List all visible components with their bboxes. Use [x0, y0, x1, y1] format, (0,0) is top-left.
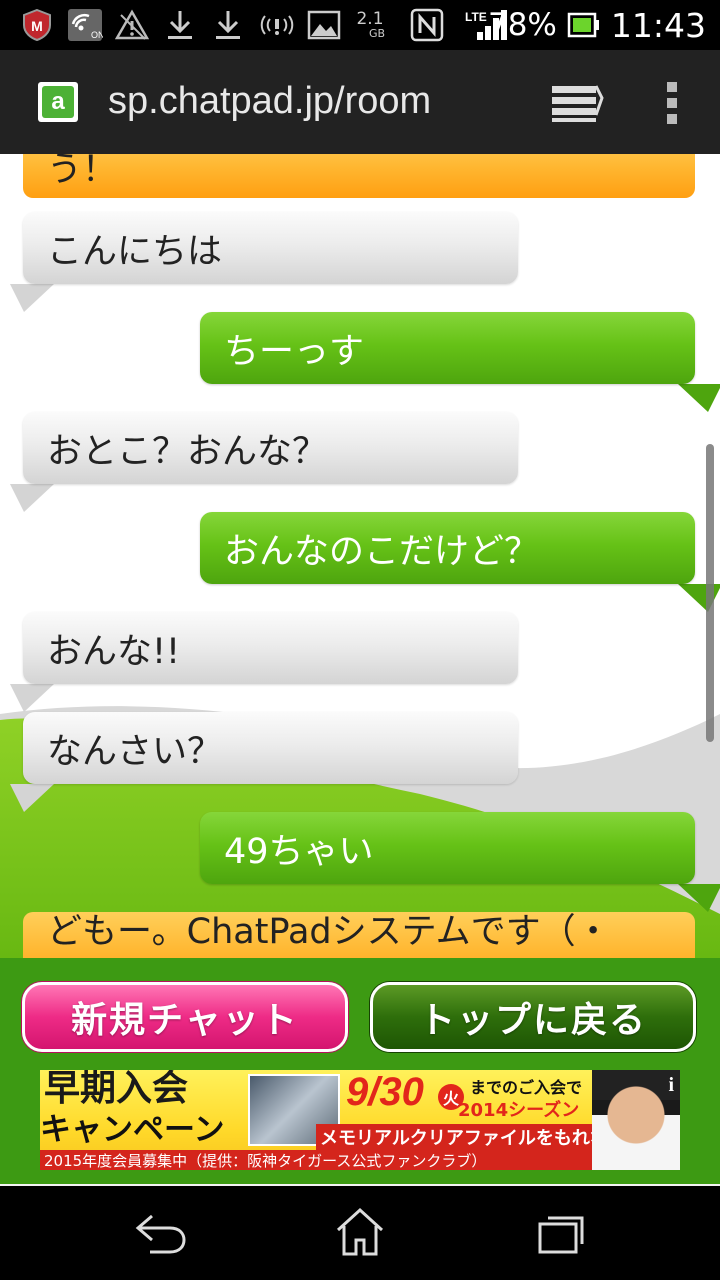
mcafee-icon: M	[20, 8, 54, 42]
svg-text:M: M	[31, 18, 43, 34]
ad-text-line-1: までのご入会で	[470, 1078, 583, 1097]
new-chat-label: 新規チャット	[71, 1000, 299, 1041]
clock: 11:43	[610, 5, 706, 45]
recent-apps-icon[interactable]	[532, 1204, 592, 1260]
message-received: おとこ？おんな？	[23, 412, 518, 484]
download-icon	[212, 8, 244, 42]
message-received: おんな!!	[23, 612, 518, 684]
message-text: おんな!!	[47, 631, 181, 672]
message-text: 49ちゃい	[224, 831, 374, 872]
browser-toolbar: a sp.chatpad.jp/room	[0, 50, 720, 154]
chat-room[interactable]: う！ こんにちは ちーっす おとこ？おんな？ おんなのこだけど？ おんな!! な…	[0, 154, 720, 958]
back-to-top-button[interactable]: トップに戻る	[370, 982, 696, 1052]
overflow-menu-icon[interactable]	[660, 78, 684, 128]
nfc-icon	[408, 8, 446, 42]
ad-headline: 早期入会	[44, 1070, 189, 1109]
battery-percent: 78%	[487, 7, 557, 43]
system-message-text: う！	[47, 154, 118, 190]
storage-unit: GB	[368, 27, 386, 40]
svg-text:ON: ON	[91, 30, 103, 40]
message-text: おとこ？おんな？	[47, 431, 328, 472]
ad-info-icon[interactable]: i	[668, 1074, 674, 1097]
system-message-text: どもー。ChatPadシステムです（・	[47, 912, 611, 952]
bubble-tail	[678, 384, 720, 412]
scrollbar[interactable]	[706, 444, 714, 742]
download-icon	[164, 8, 196, 42]
ad-campaign: キャンペーン	[40, 1112, 225, 1148]
ad-date: 9/30	[346, 1070, 424, 1114]
battery-icon	[567, 11, 601, 39]
back-icon[interactable]	[130, 1204, 190, 1260]
system-message-bubble: どもー。ChatPadシステムです（・	[23, 912, 695, 958]
message-text: こんにちは	[47, 231, 223, 272]
message-received: こんにちは	[23, 212, 518, 284]
storage-indicator: 2.1 GB	[350, 8, 390, 42]
new-chat-button[interactable]: 新規チャット	[22, 982, 348, 1052]
bubble-tail	[10, 684, 54, 712]
bubble-tail	[10, 784, 54, 812]
ad-recruit-text: 2015年度会員募集中（提供：阪神タイガース公式ファンクラブ）	[40, 1150, 592, 1170]
warning-icon	[114, 8, 150, 42]
message-received: なんさい？	[23, 712, 518, 784]
message-sent: 49ちゃい	[200, 812, 695, 884]
ad-banner[interactable]: 早期入会 キャンペーン 2015年度会員募集中（提供：阪神タイガース公式ファンク…	[40, 1070, 680, 1170]
message-text: なんさい？	[47, 731, 223, 772]
ad-player-photo	[592, 1070, 680, 1170]
message-sent: おんなのこだけど？	[200, 512, 695, 584]
home-icon[interactable]	[330, 1204, 390, 1260]
ad-text-line-3: メモリアルクリアファイルをもれなく!	[316, 1124, 639, 1150]
action-panel: 新規チャット トップに戻る 早期入会 キャンペーン 2015年度会員募集中（提供…	[0, 958, 720, 1184]
address-bar-url[interactable]: sp.chatpad.jp/room	[108, 80, 431, 123]
bubble-tail	[10, 284, 54, 312]
wifi-on-icon: ON	[66, 8, 104, 42]
ad-text-line-2: 2014シーズン	[458, 1100, 580, 1121]
image-icon	[306, 8, 342, 42]
message-sent: ちーっす	[200, 312, 695, 384]
favicon-letter: a	[42, 86, 74, 118]
system-message-bubble: う！	[23, 154, 695, 198]
storage-value: 2.1	[356, 9, 384, 29]
status-bar: M ON 2.1 GB LTE 78% 11:43	[0, 0, 720, 50]
message-text: ちーっす	[224, 331, 365, 372]
nfc-signal-icon	[258, 8, 296, 42]
site-favicon: a	[38, 82, 78, 122]
bubble-tail	[10, 484, 54, 512]
bubble-tail	[678, 884, 720, 912]
back-to-top-label: トップに戻る	[418, 1000, 647, 1041]
network-type: LTE	[465, 10, 487, 24]
tabs-icon[interactable]	[548, 80, 604, 128]
message-text: おんなのこだけど？	[224, 531, 540, 572]
navigation-bar	[0, 1186, 720, 1280]
